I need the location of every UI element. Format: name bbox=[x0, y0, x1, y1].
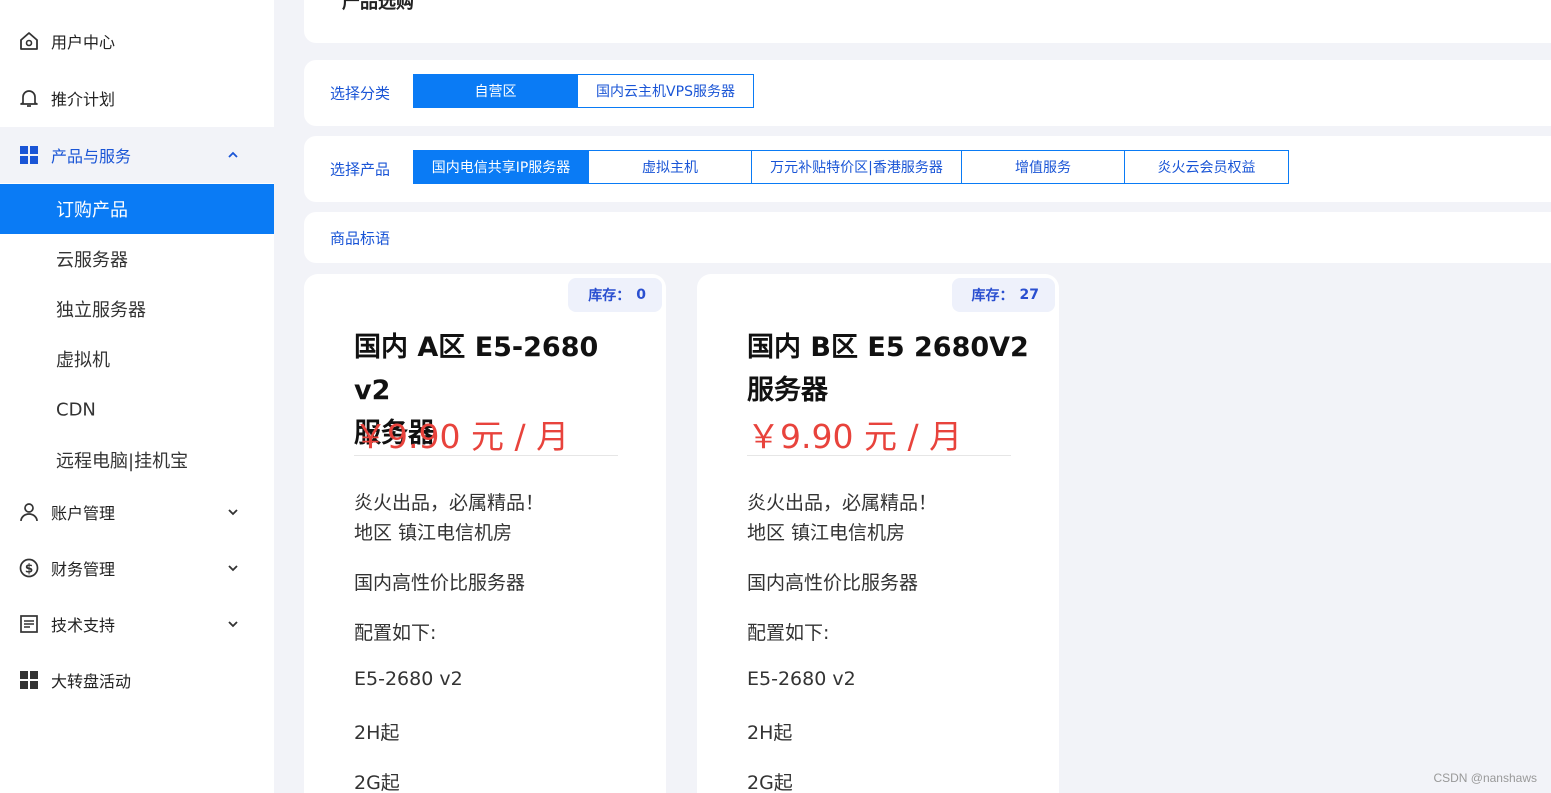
desc-line: 配置如下: bbox=[354, 622, 437, 644]
sidebar-item-account[interactable]: 账户管理 bbox=[0, 484, 274, 540]
sidebar-item-label: 账户管理 bbox=[51, 504, 116, 523]
desc-line: 地区 镇江电信机房 bbox=[354, 522, 513, 544]
sidebar-item-user-center[interactable]: 用户中心 bbox=[0, 13, 274, 69]
watermark: CSDN @nanshaws bbox=[1433, 771, 1537, 785]
sidebar-subitem-label: 云服务器 bbox=[56, 250, 128, 271]
chevron-down-icon bbox=[226, 617, 240, 631]
tab-subsidy-hk-server[interactable]: 万元补贴特价区|香港服务器 bbox=[751, 150, 962, 184]
chevron-up-icon bbox=[226, 148, 240, 162]
tab-domestic-vps[interactable]: 国内云主机VPS服务器 bbox=[577, 74, 754, 108]
page-title: 产品选购 bbox=[342, 0, 414, 13]
tab-self-operated[interactable]: 自营区 bbox=[413, 74, 578, 108]
sidebar-item-finance[interactable]: $ 财务管理 bbox=[0, 540, 274, 596]
product-card[interactable]: 库存： 0 国内 A区 E5-2680 v2 服务器 ￥9.90 元 / 月 炎… bbox=[304, 274, 666, 793]
sidebar-item-label: 财务管理 bbox=[51, 560, 116, 579]
product-title-line: 国内 A区 E5-2680 v2 bbox=[354, 332, 599, 406]
stock-value: 0 bbox=[636, 287, 646, 303]
grid-icon bbox=[18, 669, 40, 691]
sidebar-subitem-label: CDN bbox=[56, 399, 96, 421]
sidebar-subitem-cloud-server[interactable]: 云服务器 bbox=[0, 234, 274, 284]
divider bbox=[354, 455, 618, 456]
sidebar-subitem-label: 虚拟机 bbox=[56, 350, 110, 371]
divider bbox=[747, 455, 1011, 456]
product-card[interactable]: 库存： 27 国内 B区 E5 2680V2 服务器 ￥9.90 元 / 月 炎… bbox=[697, 274, 1059, 793]
chevron-down-icon bbox=[226, 505, 240, 519]
sidebar-item-label: 产品与服务 bbox=[51, 147, 132, 166]
desc-line: 2H起 bbox=[747, 722, 793, 744]
desc-line: 国内高性价比服务器 bbox=[747, 572, 919, 594]
product-title-line: 服务器 bbox=[747, 375, 828, 406]
desc-line: 炎火出品，必属精品！ bbox=[747, 492, 938, 514]
product-selector: 选择产品 国内电信共享IP服务器 虚拟主机 万元补贴特价区|香港服务器 增值服务… bbox=[304, 136, 1551, 202]
product-label: 选择产品 bbox=[330, 160, 391, 179]
sidebar: 用户中心 推介计划 产品与服务 订购产品 云服务器 独立服务器 虚拟机 CDN … bbox=[0, 0, 274, 793]
sidebar-subitem-dedicated-server[interactable]: 独立服务器 bbox=[0, 284, 274, 334]
stock-badge: 库存： 27 bbox=[951, 278, 1055, 312]
sidebar-subitem-label: 独立服务器 bbox=[56, 300, 146, 321]
stock-value: 27 bbox=[1019, 287, 1039, 303]
stock-badge: 库存： 0 bbox=[568, 278, 662, 312]
sidebar-item-wheel-event[interactable]: 大转盘活动 bbox=[0, 652, 274, 708]
sidebar-item-label: 技术支持 bbox=[51, 616, 116, 635]
product-price: ￥9.90 元 / 月 bbox=[354, 417, 570, 456]
desc-line: E5-2680 v2 bbox=[747, 668, 856, 690]
category-selector: 选择分类 自营区 国内云主机VPS服务器 bbox=[304, 60, 1551, 126]
product-title-line: 国内 B区 E5 2680V2 bbox=[747, 332, 1029, 363]
stock-label: 库存： bbox=[971, 288, 1014, 304]
sidebar-subitem-label: 远程电脑|挂机宝 bbox=[56, 451, 189, 472]
desc-line: 2G起 bbox=[747, 772, 793, 793]
sidebar-subitem-remote-pc[interactable]: 远程电脑|挂机宝 bbox=[0, 435, 274, 485]
sidebar-item-label: 大转盘活动 bbox=[51, 672, 132, 691]
home-icon bbox=[18, 30, 40, 52]
desc-line: 2H起 bbox=[354, 722, 400, 744]
tab-member-benefits[interactable]: 炎火云会员权益 bbox=[1124, 150, 1289, 184]
desc-line: 配置如下: bbox=[747, 622, 830, 644]
sidebar-item-products[interactable]: 产品与服务 bbox=[0, 127, 274, 183]
sidebar-item-label: 推介计划 bbox=[51, 90, 116, 109]
stock-label: 库存： bbox=[588, 288, 631, 304]
dollar-icon: $ bbox=[18, 557, 40, 579]
desc-line: 地区 镇江电信机房 bbox=[747, 522, 906, 544]
tab-value-added[interactable]: 增值服务 bbox=[961, 150, 1125, 184]
page-header-panel: 产品选购 bbox=[304, 0, 1551, 43]
sidebar-subitem-label: 订购产品 bbox=[56, 200, 128, 221]
tab-virtual-host[interactable]: 虚拟主机 bbox=[588, 150, 752, 184]
slogan-label: 商品标语 bbox=[330, 229, 391, 247]
sidebar-subitem-order-product[interactable]: 订购产品 bbox=[0, 184, 274, 234]
sidebar-item-label: 用户中心 bbox=[51, 33, 116, 52]
sidebar-subitem-cdn[interactable]: CDN bbox=[0, 385, 274, 435]
chevron-down-icon bbox=[226, 561, 240, 575]
desc-line: E5-2680 v2 bbox=[354, 668, 463, 690]
desc-line: 2G起 bbox=[354, 772, 400, 793]
document-icon bbox=[18, 613, 40, 635]
user-icon bbox=[18, 501, 40, 523]
product-price: ￥9.90 元 / 月 bbox=[747, 417, 963, 456]
slogan-row: 商品标语 bbox=[304, 212, 1551, 263]
sidebar-item-support[interactable]: 技术支持 bbox=[0, 596, 274, 652]
desc-line: 国内高性价比服务器 bbox=[354, 572, 526, 594]
category-label: 选择分类 bbox=[330, 84, 391, 103]
sidebar-subitem-vm[interactable]: 虚拟机 bbox=[0, 334, 274, 384]
sidebar-item-referral[interactable]: 推介计划 bbox=[0, 70, 274, 126]
bell-icon bbox=[18, 87, 40, 109]
tab-telecom-shared-ip[interactable]: 国内电信共享IP服务器 bbox=[413, 150, 589, 184]
desc-line: 炎火出品，必属精品！ bbox=[354, 492, 545, 514]
svg-text:$: $ bbox=[25, 562, 33, 576]
product-title: 国内 B区 E5 2680V2 服务器 bbox=[747, 326, 1037, 412]
grid-icon bbox=[18, 144, 40, 166]
